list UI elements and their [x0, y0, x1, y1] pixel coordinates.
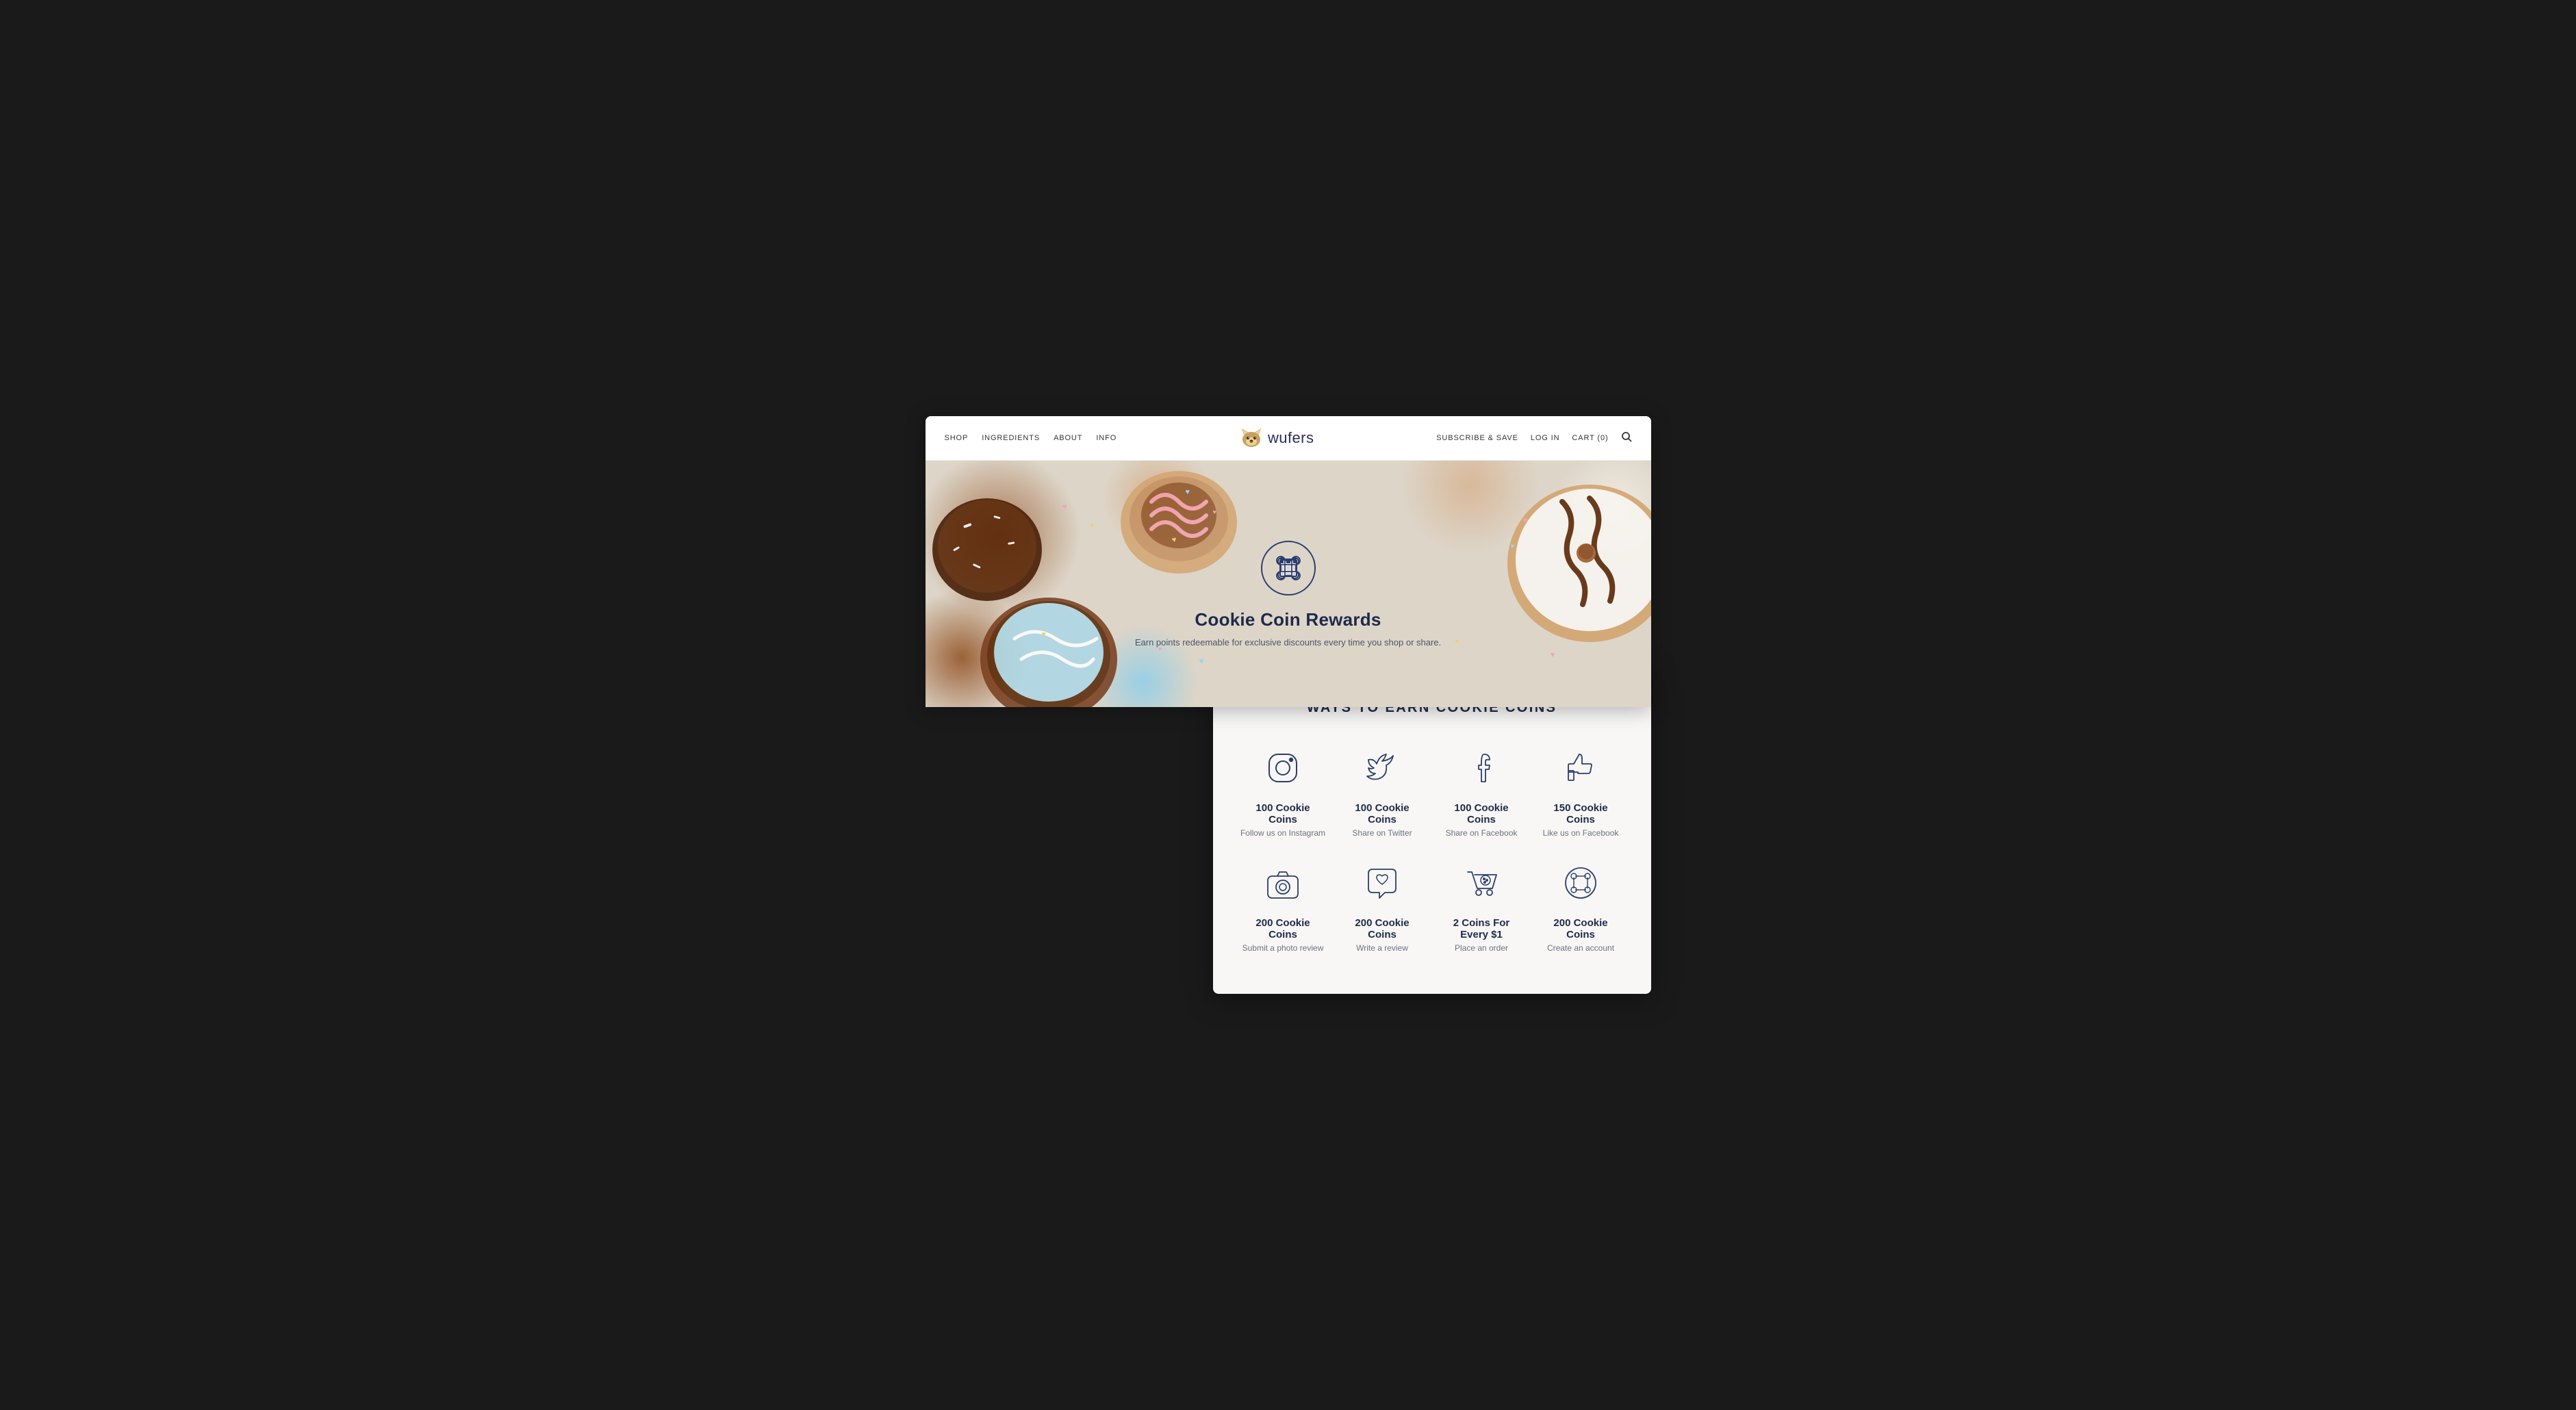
- bone-icon-clean: [1273, 553, 1303, 583]
- cart-icon-container: [1457, 858, 1506, 908]
- facebook-icon-container: [1457, 743, 1506, 793]
- camera-icon: [1262, 862, 1303, 903]
- hero-section: ♥ ♥ ♥ ♥ ♥ ♥ ♥ ♥ ♥ ♥ ♥ ♥: [926, 461, 1651, 707]
- reward-facebook-like[interactable]: 150 Cookie Coins Like us on Facebook: [1538, 743, 1624, 838]
- instagram-action: Follow us on Instagram: [1240, 828, 1325, 838]
- nav-shop[interactable]: SHOP: [945, 434, 969, 442]
- thumbsup-icon: [1560, 747, 1601, 789]
- nav-right: SUBSCRIBE & SAVE LOG IN CART (0): [1436, 431, 1631, 446]
- rewards-card: WAYS TO EARN COOKIE COINS 100 Cookie Coi…: [1213, 666, 1651, 994]
- reward-facebook-share[interactable]: 100 Cookie Coins Share on Facebook: [1439, 743, 1525, 838]
- brand-name: wufers: [1268, 429, 1314, 447]
- write-review-coins: 200 Cookie Coins: [1340, 917, 1425, 940]
- instagram-icon: [1262, 747, 1303, 789]
- reward-create-account[interactable]: 200 Cookie Coins Create an account: [1538, 858, 1624, 953]
- brand-logo[interactable]: wufers: [1239, 426, 1314, 450]
- sprinkle-heart-12: ♥: [1551, 651, 1555, 659]
- main-nav: SHOP INGREDIENTS ABOUT INFO: [926, 416, 1651, 461]
- sprinkle-heart-6: ♥: [1522, 515, 1527, 525]
- twitter-icon: [1362, 747, 1403, 789]
- facebook-like-action: Like us on Facebook: [1543, 828, 1619, 838]
- rewards-grid: 100 Cookie Coins Follow us on Instagram …: [1240, 743, 1624, 953]
- search-icon[interactable]: [1621, 431, 1632, 446]
- facebook-like-coins: 150 Cookie Coins: [1538, 802, 1624, 825]
- nav-left: SHOP INGREDIENTS ABOUT INFO: [945, 434, 1117, 442]
- create-account-coins: 200 Cookie Coins: [1538, 917, 1624, 940]
- nav-ingredients[interactable]: INGREDIENTS: [982, 434, 1040, 442]
- sprinkle-heart-3: ♥: [1186, 488, 1190, 496]
- page-wrapper: SHOP INGREDIENTS ABOUT INFO: [926, 416, 1651, 994]
- sprinkle-heart-10: ♥: [1199, 656, 1204, 666]
- hero-title: Cookie Coin Rewards: [1135, 609, 1441, 630]
- hero-subtitle: Earn points redeemable for exclusive dis…: [1135, 637, 1441, 648]
- place-order-coins: 2 Coins For Every $1: [1439, 917, 1525, 940]
- hero-content: Cookie Coin Rewards Earn points redeemab…: [1135, 520, 1441, 648]
- reward-write-review[interactable]: 200 Cookie Coins Write a review: [1340, 858, 1425, 953]
- sprinkle-heart-8: ♥: [1042, 630, 1047, 639]
- cookie-coin-icon-container: [1556, 858, 1605, 908]
- reward-twitter[interactable]: 100 Cookie Coins Share on Twitter: [1340, 743, 1425, 838]
- nav-info[interactable]: INFO: [1096, 434, 1117, 442]
- write-review-action: Write a review: [1356, 943, 1408, 953]
- sprinkle-heart-4: ♥: [1213, 509, 1216, 515]
- heart-chat-icon-container: [1357, 858, 1407, 908]
- cart-icon: [1461, 862, 1502, 903]
- nav-subscribe[interactable]: SUBSCRIBE & SAVE: [1436, 434, 1518, 442]
- nav-login[interactable]: LOG IN: [1531, 434, 1560, 442]
- reward-place-order[interactable]: 2 Coins For Every $1 Place an order: [1439, 858, 1525, 953]
- camera-icon-container: [1258, 858, 1308, 908]
- nav-about[interactable]: ABOUT: [1054, 434, 1082, 442]
- cookie-deco-white: [1466, 461, 1651, 652]
- browser-card: SHOP INGREDIENTS ABOUT INFO: [926, 416, 1651, 707]
- facebook-icon: [1461, 747, 1502, 789]
- photo-review-coins: 200 Cookie Coins: [1240, 917, 1326, 940]
- cookie-coin-icon: [1560, 862, 1601, 903]
- nav-cart[interactable]: CART (0): [1572, 434, 1608, 442]
- facebook-share-action: Share on Facebook: [1446, 828, 1518, 838]
- twitter-icon-container: [1357, 743, 1407, 793]
- reward-photo-review[interactable]: 200 Cookie Coins Submit a photo review: [1240, 858, 1326, 953]
- thumbsup-icon-container: [1556, 743, 1605, 793]
- facebook-share-coins: 100 Cookie Coins: [1439, 802, 1525, 825]
- hero-coin-icon: [1261, 541, 1316, 595]
- place-order-action: Place an order: [1455, 943, 1508, 953]
- photo-review-action: Submit a photo review: [1242, 943, 1324, 953]
- corgi-icon: [1239, 426, 1264, 450]
- instagram-coins: 100 Cookie Coins: [1240, 802, 1326, 825]
- twitter-coins: 100 Cookie Coins: [1340, 802, 1425, 825]
- cookie-deco-blue: [967, 570, 1117, 707]
- create-account-action: Create an account: [1547, 943, 1614, 953]
- heart-chat-icon: [1362, 862, 1403, 903]
- instagram-icon-container: [1258, 743, 1308, 793]
- twitter-action: Share on Twitter: [1352, 828, 1412, 838]
- reward-instagram[interactable]: 100 Cookie Coins Follow us on Instagram: [1240, 743, 1326, 838]
